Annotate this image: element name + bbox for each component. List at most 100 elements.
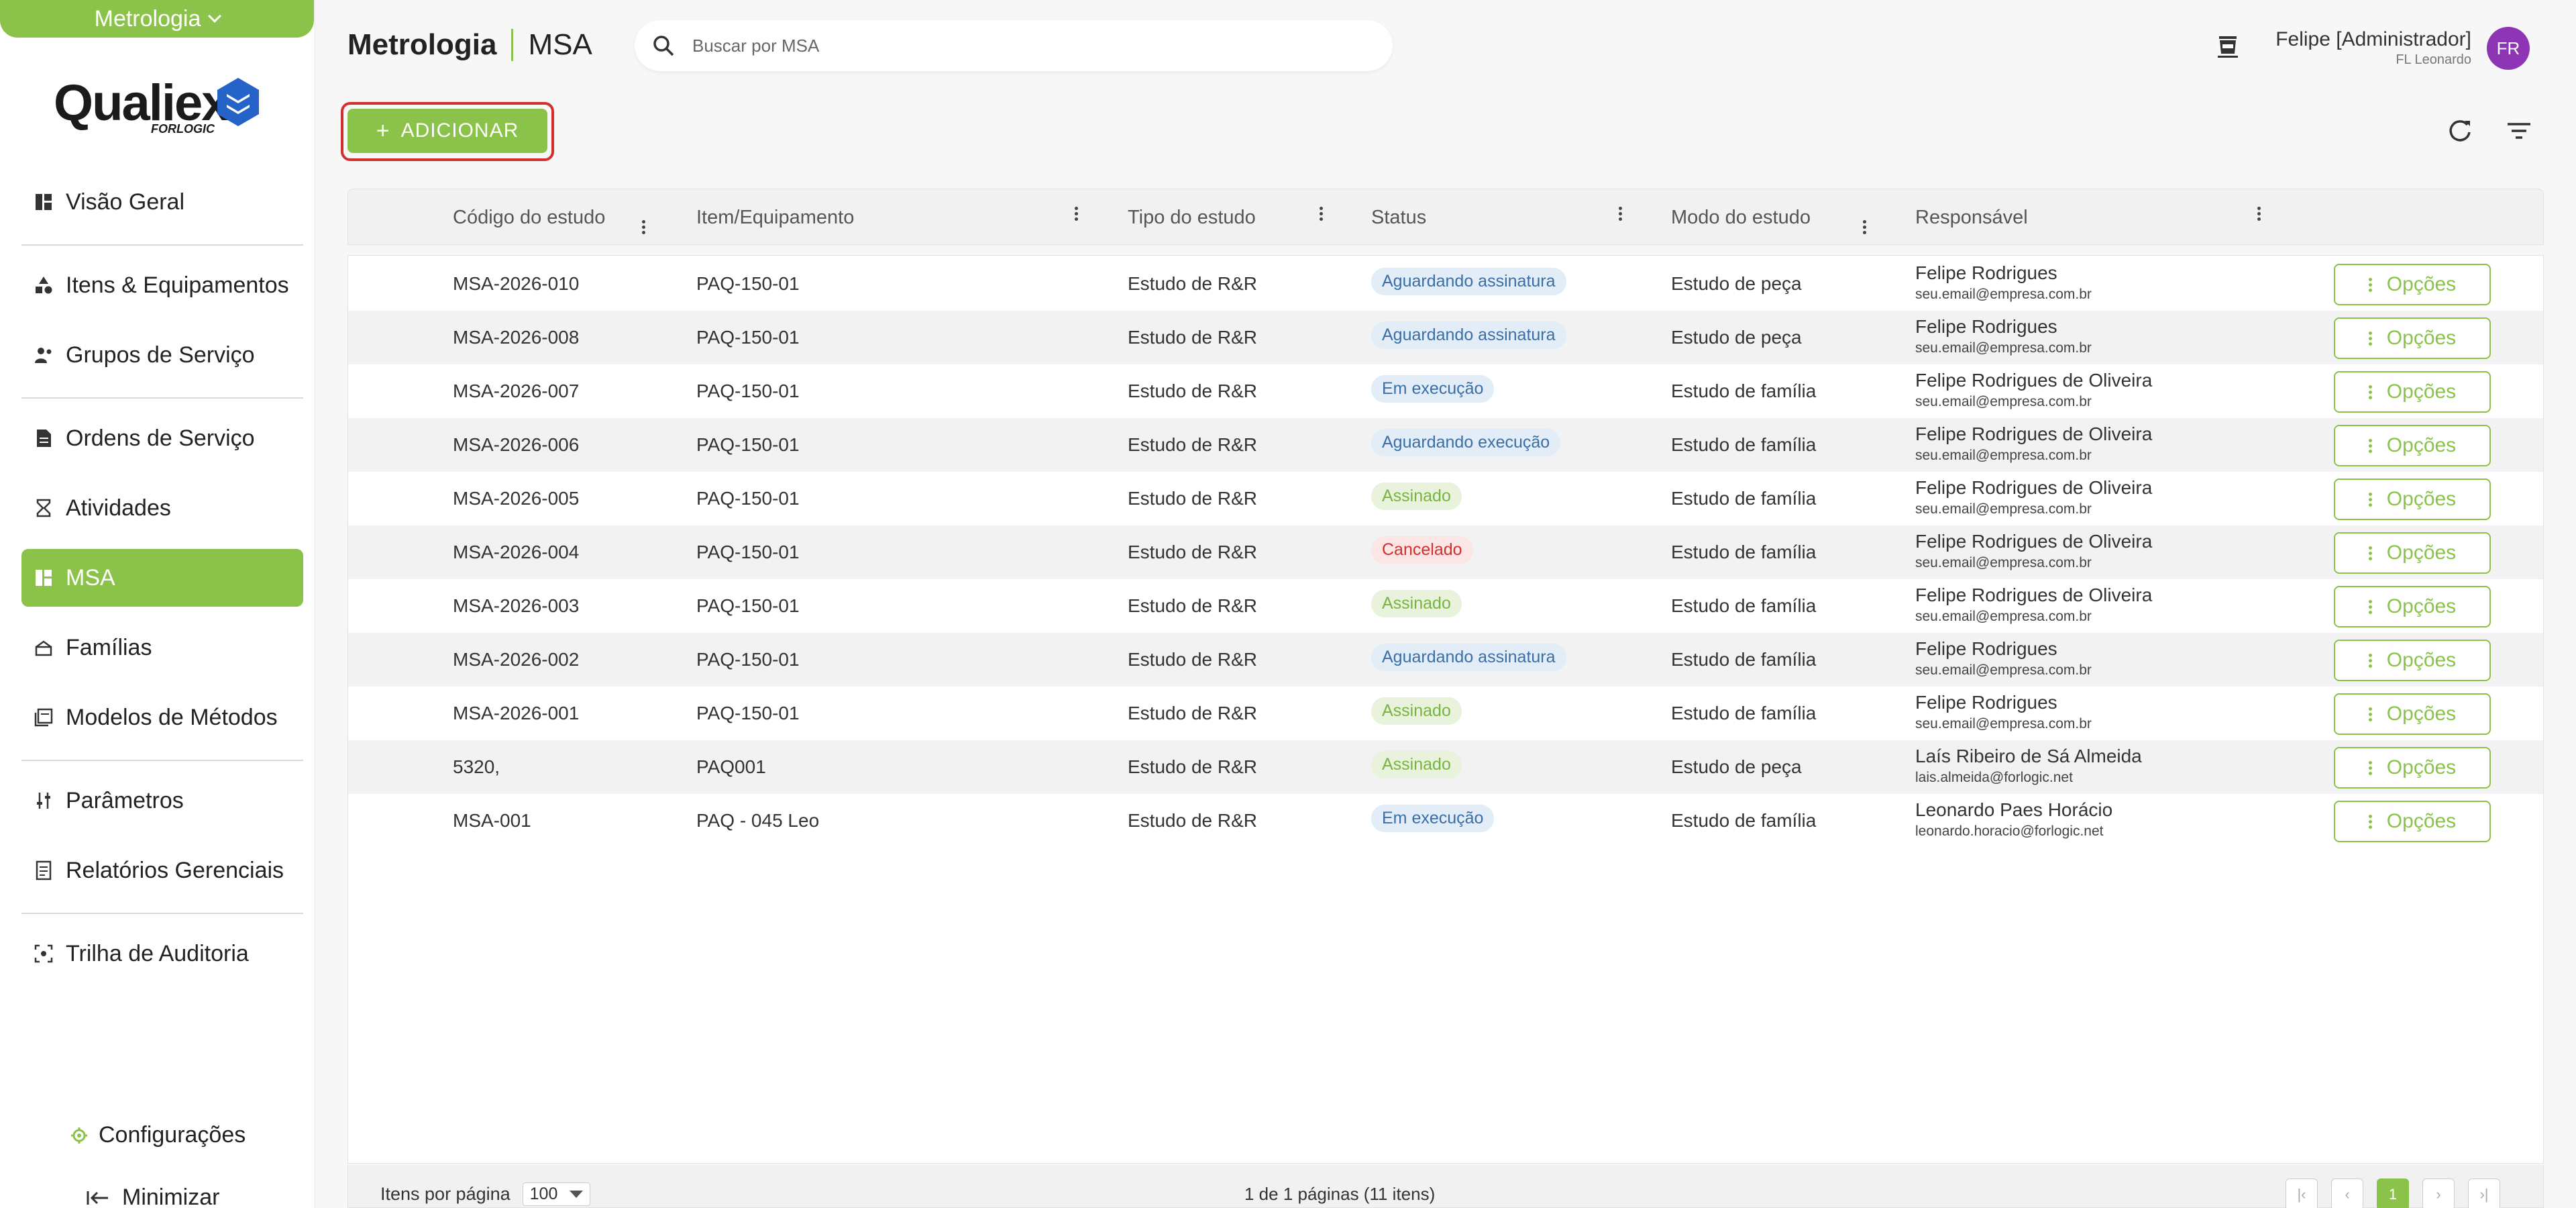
column-header[interactable]: Tipo do estudo	[1128, 189, 1316, 246]
options-label: Opções	[2386, 756, 2457, 778]
sidebar-item-msa[interactable]: MSA	[21, 549, 303, 607]
refresh-icon[interactable]	[2445, 115, 2475, 146]
table-row[interactable]: MSA-2026-004 PAQ-150-01 Estudo de R&R Estud…	[348, 525, 2543, 579]
responsible-email: seu.email@empresa.com.br	[1915, 287, 2092, 302]
sidebar-item-ordens-de-servico[interactable]: Ordens de Serviço	[21, 409, 303, 467]
options-button[interactable]: Opções	[2334, 693, 2491, 735]
sidebar-item-visao-geral[interactable]: Visão Geral	[21, 173, 303, 231]
grid-icon	[34, 568, 54, 588]
cell-responsible: Felipe Rodrigues seu.email@empresa.com.br	[1915, 316, 2092, 356]
table-row[interactable]: MSA-2026-008 PAQ-150-01 Estudo de R&R Estud…	[348, 311, 2543, 364]
cell-responsible: Felipe Rodrigues seu.email@empresa.com.br	[1915, 638, 2092, 678]
column-header[interactable]: Modo do estudo	[1671, 189, 1859, 246]
cell-type: Estudo de R&R	[1128, 542, 1257, 562]
sidebar-item-modelos-de-metodos[interactable]: Modelos de Métodos	[21, 689, 303, 746]
sidebar-item-itens-equipamentos[interactable]: Itens & Equipamentos	[21, 256, 303, 314]
table-row[interactable]: MSA-2026-001 PAQ-150-01 Estudo de R&R Estud…	[348, 687, 2543, 740]
table-row[interactable]: MSA-2026-003 PAQ-150-01 Estudo de R&R Estud…	[348, 579, 2543, 633]
table-row[interactable]: MSA-2026-005 PAQ-150-01 Estudo de R&R Estud…	[348, 472, 2543, 525]
cell-responsible: Felipe Rodrigues de Oliveira seu.email@em…	[1915, 531, 2152, 571]
per-page-select[interactable]: 100	[522, 1182, 591, 1206]
page-title-page: MSA	[528, 28, 592, 61]
responsible-email: seu.email@empresa.com.br	[1915, 340, 2092, 356]
cell-mode: Estudo de peça	[1671, 756, 1802, 777]
module-selector[interactable]: Metrologia	[0, 0, 314, 38]
prev-page-icon[interactable]: ‹	[2331, 1178, 2363, 1208]
options-button[interactable]: Opções	[2334, 371, 2491, 413]
coffee-cup-icon[interactable]	[2214, 31, 2243, 60]
add-button[interactable]: + ADICIONAR	[347, 109, 547, 153]
table-row[interactable]: MSA-2026-007 PAQ-150-01 Estudo de R&R Estud…	[348, 364, 2543, 418]
options-button[interactable]: Opções	[2334, 479, 2491, 520]
sidebar-item-relatorios-gerenciais[interactable]: Relatórios Gerenciais	[21, 842, 303, 899]
minimize-sidebar-button[interactable]: Minimizar	[86, 1185, 219, 1208]
cell-responsible: Felipe Rodrigues de Oliveira seu.email@em…	[1915, 370, 2152, 410]
column-header[interactable]: Responsável	[1915, 189, 2251, 246]
options-button[interactable]: Opções	[2334, 801, 2491, 842]
column-menu-icon[interactable]	[1863, 220, 1867, 234]
report-icon	[34, 860, 54, 880]
sidebar-item-atividades[interactable]: Atividades	[21, 479, 303, 537]
first-page-icon[interactable]: |‹	[2286, 1178, 2318, 1208]
more-vertical-icon	[2368, 385, 2372, 399]
user-info[interactable]: Felipe [Administrador] FL Leonardo	[2275, 28, 2471, 68]
responsible-name: Felipe Rodrigues de Oliveira	[1915, 585, 2153, 605]
sidebar-item-parametros[interactable]: Parâmetros	[21, 772, 303, 829]
options-button[interactable]: Opções	[2334, 747, 2491, 789]
column-header[interactable]: Item/Equipamento	[696, 189, 1072, 246]
search-icon	[653, 36, 674, 56]
options-button[interactable]: Opções	[2334, 640, 2491, 681]
column-menu-icon[interactable]	[1619, 207, 1623, 221]
stack-icon	[34, 638, 54, 658]
sidebar-divider	[21, 244, 303, 246]
more-vertical-icon	[2368, 653, 2372, 668]
options-button[interactable]: Opções	[2334, 264, 2491, 305]
next-page-icon[interactable]: ›	[2422, 1178, 2455, 1208]
table-row[interactable]: MSA-2026-006 PAQ-150-01 Estudo de R&R Estud…	[348, 418, 2543, 472]
more-vertical-icon	[2368, 492, 2372, 507]
add-button-label: ADICIONAR	[400, 119, 519, 142]
cell-status: Assinado	[1371, 469, 1462, 523]
sidebar-item-label: Grupos de Serviço	[66, 342, 255, 368]
settings-link[interactable]: Configurações	[70, 1122, 246, 1148]
table-row[interactable]: MSA-001 PAQ - 045 Leo Estudo de R&R Estudo …	[348, 794, 2543, 848]
options-button[interactable]: Opções	[2334, 532, 2491, 574]
options-button[interactable]: Opções	[2334, 586, 2491, 627]
qualiex-logo: Qualiex FORLOGIC	[54, 74, 262, 141]
table-footer: Itens por página 100 1 de 1 páginas (11 …	[347, 1165, 2544, 1208]
responsible-email: seu.email@empresa.com.br	[1915, 448, 2092, 463]
column-menu-icon[interactable]	[1320, 207, 1324, 221]
cell-item: PAQ-150-01	[696, 273, 800, 294]
sidebar-item-label: Atividades	[66, 495, 171, 521]
table-row[interactable]: MSA-2026-002 PAQ-150-01 Estudo de R&R Estud…	[348, 633, 2543, 687]
options-label: Opções	[2386, 434, 2457, 456]
cell-mode: Estudo de família	[1671, 649, 1817, 670]
cell-code: MSA-2026-004	[453, 542, 580, 562]
options-button[interactable]: Opções	[2334, 425, 2491, 466]
status-badge: Aguardando assinatura	[1371, 267, 1566, 295]
column-header[interactable]: Status	[1371, 189, 1653, 246]
pagination: |‹ ‹ 1 › ›|	[2286, 1178, 2500, 1208]
more-vertical-icon	[2368, 814, 2372, 829]
table-row[interactable]: 5320, PAQ001 Estudo de R&R Estudo de peça As…	[348, 740, 2543, 794]
table-row[interactable]: MSA-2026-010 PAQ-150-01 Estudo de R&R Estud…	[348, 257, 2543, 311]
status-badge: Em execução	[1371, 374, 1495, 403]
options-label: Opções	[2386, 703, 2457, 725]
sidebar-item-grupos-de-servico[interactable]: Grupos de Serviço	[21, 326, 303, 384]
cell-code: MSA-2026-007	[453, 381, 580, 401]
page-button-current[interactable]: 1	[2377, 1178, 2409, 1208]
last-page-icon[interactable]: ›|	[2468, 1178, 2500, 1208]
cell-type: Estudo de R&R	[1128, 703, 1257, 723]
column-menu-icon[interactable]	[642, 220, 646, 234]
column-menu-icon[interactable]	[1075, 207, 1079, 221]
responsible-name: Leonardo Paes Horácio	[1915, 799, 2113, 820]
sidebar-item-trilha-de-auditoria[interactable]: Trilha de Auditoria	[21, 925, 303, 983]
options-button[interactable]: Opções	[2334, 317, 2491, 359]
sidebar-item-familias[interactable]: Famílias	[21, 619, 303, 676]
filter-icon[interactable]	[2504, 115, 2534, 146]
cell-status: Assinado	[1371, 738, 1462, 791]
column-menu-icon[interactable]	[2257, 207, 2261, 221]
avatar[interactable]: FR	[2487, 27, 2530, 70]
search-input[interactable]: Buscar por MSA	[635, 20, 1393, 71]
column-header[interactable]: Código do estudo	[453, 189, 627, 246]
